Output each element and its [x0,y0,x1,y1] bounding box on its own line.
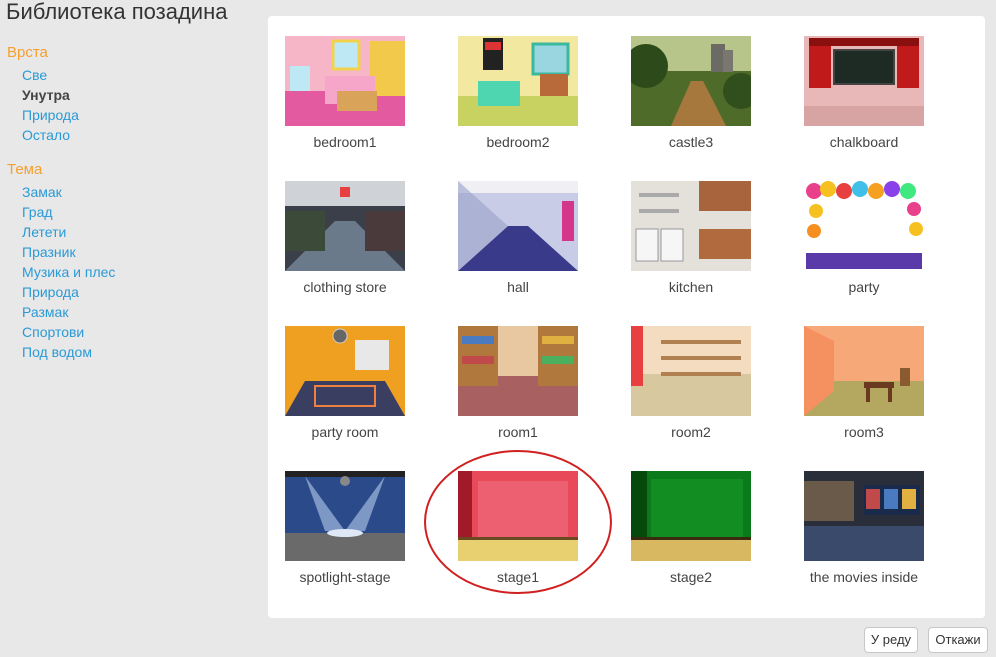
theme-item-castle[interactable]: Замак [22,182,260,202]
backdrop-label: spotlight-stage [299,569,391,585]
type-item-all[interactable]: Све [22,65,260,85]
backdrop-label: chalkboard [829,134,899,150]
backdrop-tile-bedroom2[interactable]: bedroom2 [448,36,588,166]
backdrop-tile-kitchen[interactable]: kitchen [621,181,761,311]
backdrop-grid: bedroom1 bedroom2 castle3 chalkboard clo… [268,16,985,618]
spotlight-stage-thumbnail [285,471,405,561]
bedroom-scene-thumbnail [458,36,578,126]
green-curtain-stage-thumbnail [631,471,751,561]
kitchen-thumbnail [631,181,751,271]
backdrop-label: kitchen [668,279,714,295]
balloons-thumbnail [804,181,924,271]
backdrop-label: castle3 [668,134,714,150]
theme-item-space[interactable]: Размак [22,302,260,322]
backdrop-label: the movies inside [809,569,919,585]
theme-item-music-dance[interactable]: Музика и плес [22,262,260,282]
backdrop-tile-stage2[interactable]: stage2 [621,471,761,601]
backdrop-tile-hall[interactable]: hall [448,181,588,311]
cancel-button[interactable]: Откажи [928,627,988,653]
backdrop-label: room2 [671,424,711,440]
ok-button[interactable]: У реду [864,627,918,653]
backdrop-tile-bedroom1[interactable]: bedroom1 [275,36,415,166]
theme-item-nature[interactable]: Природа [22,282,260,302]
backdrop-tile-clothing-store[interactable]: clothing store [275,181,415,311]
orange-room-thumbnail [804,326,924,416]
theme-item-holiday[interactable]: Празник [22,242,260,262]
shelf-room-thumbnail [631,326,751,416]
forest-castle-thumbnail [631,36,751,126]
bedroom-scene-thumbnail [285,36,405,126]
backdrop-label: bedroom2 [486,134,550,150]
red-curtain-stage-thumbnail [458,471,578,561]
classroom-chalkboard-thumbnail [804,36,924,126]
bookshelf-room-thumbnail [458,326,578,416]
backdrop-label: room3 [844,424,884,440]
backdrop-tile-castle3[interactable]: castle3 [621,36,761,166]
backdrop-label: party [848,279,880,295]
cinema-lobby-thumbnail [804,471,924,561]
backdrop-tile-party[interactable]: party [794,181,934,311]
library-title: Библиотека позадина [6,0,228,24]
theme-item-city[interactable]: Град [22,202,260,222]
category-sidebar: Врста Све Унутра Природа Остало Тема Зам… [0,40,260,362]
backdrop-tile-the-movies-inside[interactable]: the movies inside [794,471,934,601]
disco-room-thumbnail [285,326,405,416]
backdrop-tile-party-room[interactable]: party room [275,326,415,456]
backdrop-tile-room1[interactable]: room1 [448,326,588,456]
type-heading: Врста [7,44,48,61]
backdrop-label: room1 [498,424,538,440]
backdrop-tile-room3[interactable]: room3 [794,326,934,456]
type-item-indoors[interactable]: Унутра [22,85,260,105]
theme-heading: Тема [7,161,43,178]
backdrop-tile-room2[interactable]: room2 [621,326,761,456]
backdrop-label: bedroom1 [313,134,377,150]
backdrop-label: hall [507,279,529,295]
clothing-store-thumbnail [285,181,405,271]
theme-item-flying[interactable]: Летети [22,222,260,242]
backdrop-label: stage1 [496,569,540,585]
backdrop-label: clothing store [303,279,387,295]
backdrop-tile-chalkboard[interactable]: chalkboard [794,36,934,166]
backdrop-label: party room [311,424,379,440]
backdrop-label: stage2 [669,569,713,585]
type-item-other[interactable]: Остало [22,125,260,145]
type-item-nature[interactable]: Природа [22,105,260,125]
hallway-thumbnail [458,181,578,271]
theme-item-sports[interactable]: Спортови [22,322,260,342]
backdrop-tile-stage1[interactable]: stage1 [448,471,588,601]
backdrop-tile-spotlight-stage[interactable]: spotlight-stage [275,471,415,601]
theme-item-underwater[interactable]: Под водом [22,342,260,362]
